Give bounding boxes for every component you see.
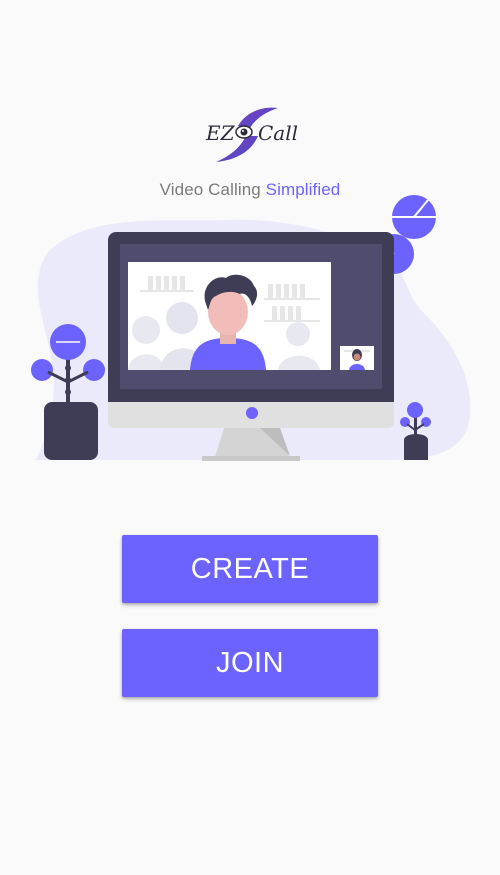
- self-view-thumbnail: [340, 346, 374, 370]
- video-call-illustration: [31, 195, 471, 461]
- main-video-feed: [128, 262, 331, 370]
- create-button[interactable]: CREATE: [122, 535, 378, 603]
- logo-text-call: Call: [258, 121, 298, 145]
- home-screen: EZ Call Video Calling Simplified CREATE …: [0, 0, 500, 875]
- logo-text-ez: EZ: [205, 121, 236, 145]
- join-button[interactable]: JOIN: [122, 629, 378, 697]
- app-logo: EZ Call: [205, 107, 298, 162]
